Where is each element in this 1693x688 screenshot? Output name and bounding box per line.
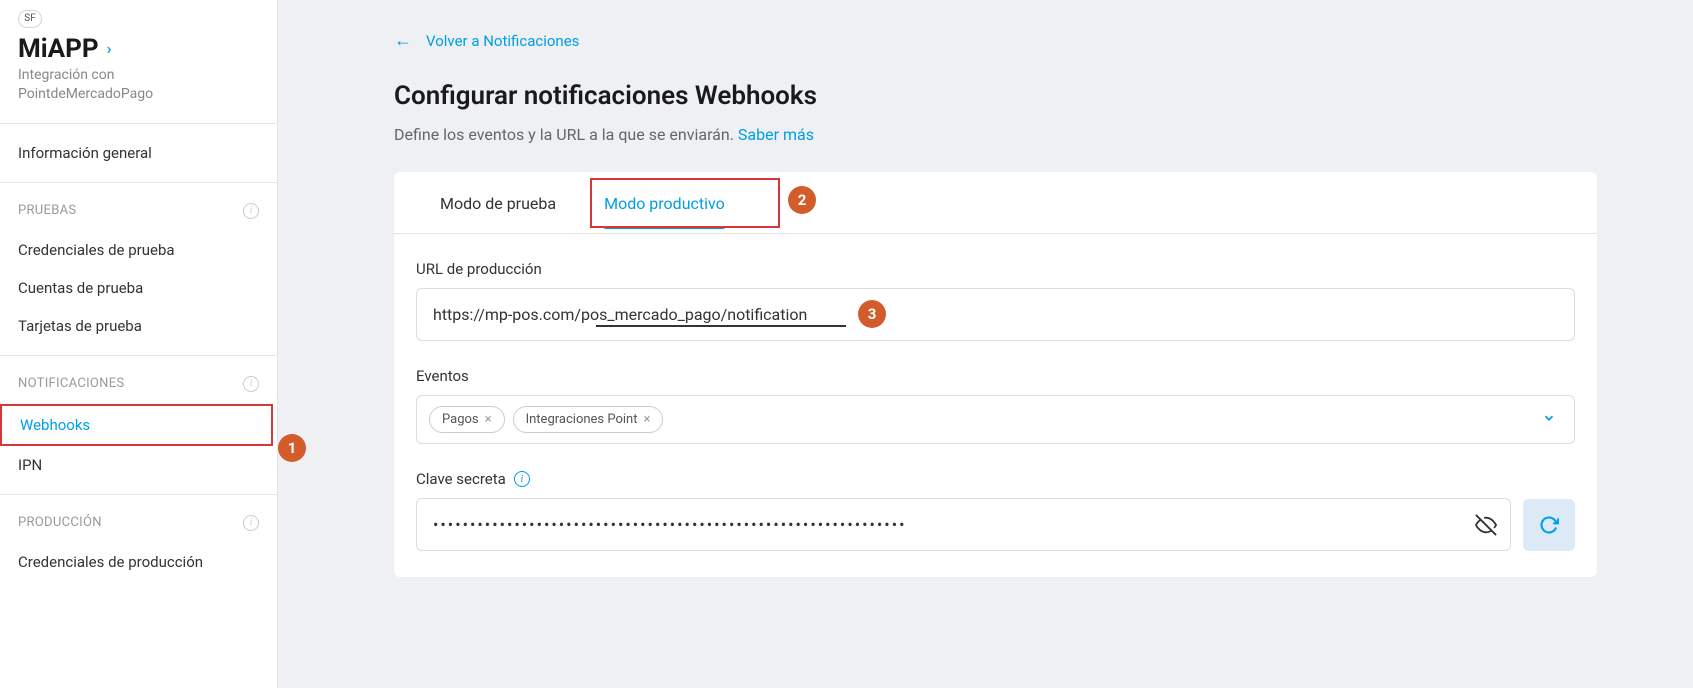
- sidebar-item-credenciales-prueba[interactable]: Credenciales de prueba: [0, 231, 277, 269]
- sidebar-item-tarjetas-prueba[interactable]: Tarjetas de prueba: [0, 307, 277, 345]
- info-icon[interactable]: i: [243, 376, 259, 392]
- learn-more-link[interactable]: Saber más: [738, 125, 814, 144]
- eye-off-icon[interactable]: [1475, 514, 1497, 536]
- chip-integraciones-point: Integraciones Point ×: [513, 406, 664, 433]
- events-label: Eventos: [416, 367, 1575, 385]
- avatar: SF: [18, 10, 42, 28]
- chips-container: Pagos × Integraciones Point ×: [429, 406, 663, 433]
- sidebar-section-notificaciones: NOTIFICACIONES i: [0, 356, 277, 404]
- sidebar-item-general[interactable]: Información general: [0, 124, 277, 183]
- sidebar-item-webhooks[interactable]: Webhooks: [0, 404, 273, 446]
- back-link[interactable]: ← Volver a Notificaciones: [394, 30, 579, 51]
- annotation-2: 2: [788, 186, 816, 214]
- arrow-left-icon: ←: [394, 30, 412, 51]
- sidebar-item-cuentas-prueba[interactable]: Cuentas de prueba: [0, 269, 277, 307]
- secret-input[interactable]: [416, 498, 1511, 551]
- page-description: Define los eventos y la URL a la que se …: [394, 125, 1637, 144]
- sidebar: SF MiAPP › Integración con PointdeMercad…: [0, 0, 278, 688]
- close-icon[interactable]: ×: [485, 412, 492, 427]
- page-title: Configurar notificaciones Webhooks: [394, 81, 1637, 111]
- refresh-button[interactable]: [1523, 499, 1575, 551]
- card-body: URL de producción 3 Eventos Pagos × Inte…: [394, 234, 1597, 577]
- secret-row: [416, 498, 1575, 551]
- section-title-pruebas: PRUEBAS: [18, 203, 76, 218]
- url-input[interactable]: [416, 288, 1575, 341]
- tab-production-mode[interactable]: Modo productivo: [580, 172, 749, 233]
- main-content: ← Volver a Notificaciones Configurar not…: [278, 0, 1693, 688]
- section-title-notificaciones: NOTIFICACIONES: [18, 376, 124, 391]
- secret-input-wrap: [416, 498, 1511, 551]
- events-select[interactable]: Pagos × Integraciones Point ×: [416, 395, 1575, 444]
- tab-test-mode[interactable]: Modo de prueba: [416, 172, 580, 233]
- chip-pagos: Pagos ×: [429, 406, 505, 433]
- sidebar-section-pruebas: PRUEBAS i: [0, 183, 277, 231]
- back-label: Volver a Notificaciones: [426, 32, 579, 50]
- chevron-down-icon: [1542, 411, 1556, 429]
- url-label: URL de producción: [416, 260, 1575, 278]
- close-icon[interactable]: ×: [644, 412, 651, 427]
- url-input-wrap: 3: [416, 288, 1575, 341]
- config-card: Modo de prueba Modo productivo 2 URL de …: [394, 172, 1597, 577]
- sidebar-item-credenciales-produccion[interactable]: Credenciales de producción: [0, 543, 277, 581]
- info-icon[interactable]: i: [514, 471, 530, 487]
- secret-label: Clave secreta i: [416, 470, 1575, 488]
- sidebar-header: SF MiAPP › Integración con PointdeMercad…: [0, 0, 277, 124]
- chevron-right-icon: ›: [107, 39, 112, 58]
- annotation-3: 3: [858, 300, 886, 328]
- info-icon[interactable]: i: [243, 515, 259, 531]
- sidebar-item-ipn[interactable]: IPN: [0, 446, 277, 484]
- section-title-produccion: PRODUCCIÓN: [18, 515, 102, 530]
- tabs: Modo de prueba Modo productivo 2: [394, 172, 1597, 234]
- app-subtitle: Integración con PointdeMercadoPago: [18, 66, 259, 105]
- app-title-row[interactable]: MiAPP ›: [18, 34, 259, 64]
- info-icon[interactable]: i: [243, 203, 259, 219]
- app-title: MiAPP: [18, 34, 99, 64]
- sidebar-section-produccion: PRODUCCIÓN i: [0, 495, 277, 543]
